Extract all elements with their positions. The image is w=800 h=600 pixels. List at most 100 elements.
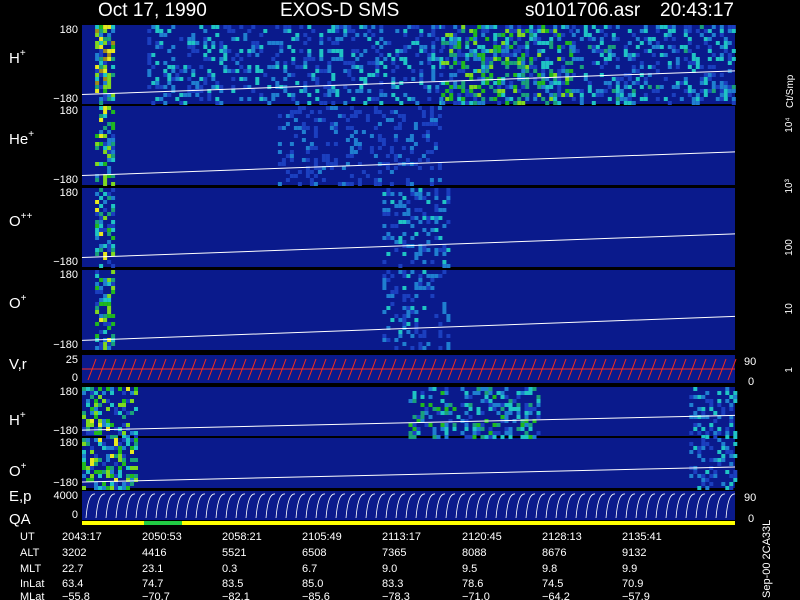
heat-cell (697, 446, 702, 450)
heat-cell (733, 454, 738, 458)
heat-cell (472, 391, 477, 395)
heat-cell (111, 196, 116, 200)
heat-cell (359, 25, 364, 29)
heat-cell (335, 41, 340, 45)
heat-cell (335, 93, 340, 97)
heat-cell (411, 25, 416, 29)
heat-cell (103, 302, 108, 306)
heat-cell (446, 314, 451, 318)
heat-cell (521, 101, 526, 105)
heat-cell (705, 391, 710, 395)
heat-cell (723, 49, 728, 53)
heat-cell (382, 334, 387, 338)
heat-cell (575, 29, 580, 33)
heat-cell (430, 274, 435, 278)
heat-cell (422, 286, 427, 290)
heat-cell (223, 53, 228, 57)
heat-cell (408, 399, 413, 403)
table-cell: 3202 (62, 547, 86, 559)
heat-cell (106, 419, 110, 423)
heat-cell (489, 65, 494, 69)
heat-cell (440, 423, 445, 427)
heat-cell (155, 41, 160, 45)
heat-cell (102, 391, 106, 395)
heat-cell (155, 77, 160, 81)
heat-cell (211, 73, 216, 77)
heat-cell (545, 57, 550, 61)
heat-cell (412, 415, 417, 419)
heat-cell (717, 438, 722, 442)
heat-cell (553, 29, 558, 33)
heat-cell (488, 431, 493, 435)
heat-cell (713, 431, 718, 435)
heat-cell (219, 101, 224, 105)
y-tick-right-bottom: 0 (748, 513, 754, 525)
heat-cell (418, 208, 423, 212)
heat-cell (497, 45, 502, 49)
heat-cell (599, 49, 604, 53)
heat-cell (569, 29, 574, 33)
heat-cell (627, 57, 632, 61)
heat-cell (595, 93, 600, 97)
heat-cell (426, 286, 431, 290)
heat-cell (207, 73, 212, 77)
heat-cell (697, 486, 702, 490)
heat-cell (731, 49, 736, 53)
heat-cell (493, 41, 498, 45)
heat-cell (533, 41, 538, 45)
heat-cell (571, 25, 576, 29)
y-tick-right-top: 90 (744, 492, 756, 504)
heat-cell (110, 486, 114, 490)
table-cell: 6.7 (302, 563, 317, 575)
heat-cell (333, 162, 338, 166)
heat-cell (167, 73, 172, 77)
heat-cell (599, 37, 604, 41)
heat-cell (635, 77, 640, 81)
heat-cell (351, 29, 356, 33)
heat-cell (99, 278, 104, 282)
heat-cell (457, 101, 462, 105)
heat-cell (541, 29, 546, 33)
heat-cell (102, 486, 106, 490)
heat-cell (536, 403, 541, 407)
heat-cell (110, 391, 114, 395)
heat-cell (103, 85, 108, 89)
heat-cell (627, 29, 632, 33)
heat-cell (679, 97, 684, 101)
heat-cell (516, 403, 521, 407)
heat-cell (99, 286, 104, 290)
heat-cell (412, 431, 417, 435)
heat-cell (599, 65, 604, 69)
heat-cell (90, 407, 94, 411)
heat-cell (627, 85, 632, 89)
heat-cell (107, 122, 112, 126)
heat-cell (603, 25, 608, 29)
heat-cell (99, 134, 104, 138)
heat-cell (731, 97, 736, 101)
heat-cell (469, 29, 474, 33)
heat-cell (398, 200, 403, 204)
heat-cell (111, 338, 116, 342)
heat-cell (667, 65, 672, 69)
heat-cell (347, 61, 352, 65)
heat-cell (373, 126, 378, 130)
heat-cell (683, 77, 688, 81)
heat-cell (599, 41, 604, 45)
heat-cell (95, 274, 100, 278)
heat-cell (103, 126, 108, 130)
heat-cell (444, 423, 449, 427)
heat-cell (111, 110, 116, 114)
heat-cell (147, 41, 152, 45)
heat-cell (195, 49, 200, 53)
heat-cell (723, 89, 728, 93)
heat-cell (407, 97, 412, 101)
heat-cell (639, 65, 644, 69)
heat-cell (383, 73, 388, 77)
heat-cell (219, 49, 224, 53)
heat-cell (111, 314, 116, 318)
heat-cell (99, 73, 104, 77)
heat-cell (516, 427, 521, 431)
heat-cell (655, 45, 660, 49)
heat-cell (207, 69, 212, 73)
heat-cell (325, 106, 330, 110)
